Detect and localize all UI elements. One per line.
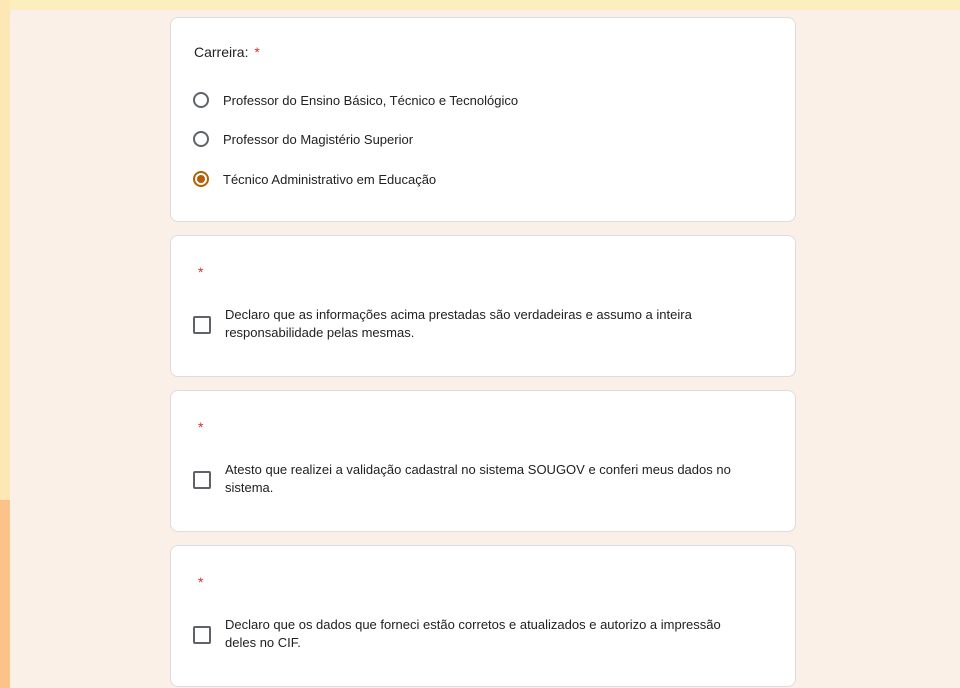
checkbox-label: Declaro que as informações acima prestad… — [225, 307, 692, 340]
question-card-declaration-truth: * Declaro que as informações acima prest… — [170, 235, 796, 377]
checkbox-icon[interactable] — [193, 626, 211, 644]
question-card-sougov-validation: * Atesto que realizei a validação cadast… — [170, 390, 796, 532]
checkbox-option-sougov-validation[interactable]: Atesto que realizei a validação cadastra… — [193, 461, 753, 497]
radio-button-checked-icon[interactable] — [193, 171, 209, 187]
radio-label: Professor do Magistério Superior — [223, 131, 414, 147]
checkbox-label: Declaro que os dados que forneci estão c… — [225, 617, 721, 650]
top-band — [0, 0, 960, 10]
checkbox-icon[interactable] — [193, 316, 211, 334]
checkbox-label: Atesto que realizei a validação cadastra… — [225, 462, 731, 495]
radio-option-ebtt[interactable]: Professor do Ensino Básico, Técnico e Te… — [193, 89, 518, 111]
radio-button-icon[interactable] — [193, 131, 209, 147]
checkbox-option-declaration-truth[interactable]: Declaro que as informações acima prestad… — [193, 306, 753, 342]
question-card-cif-authorization: * Declaro que os dados que forneci estão… — [170, 545, 796, 687]
question-title: Carreira: * — [194, 44, 260, 60]
question-card-career: Carreira: * Professor do Ensino Básico, … — [170, 17, 796, 222]
checkbox-option-cif-authorization[interactable]: Declaro que os dados que forneci estão c… — [193, 616, 753, 652]
left-band-lower — [0, 500, 10, 688]
checkbox-icon[interactable] — [193, 471, 211, 489]
required-asterisk: * — [198, 264, 204, 280]
radio-label: Professor do Ensino Básico, Técnico e Te… — [223, 92, 519, 108]
radio-option-tecnico-administrativo[interactable]: Técnico Administrativo em Educação — [193, 168, 436, 190]
required-asterisk: * — [254, 44, 260, 60]
radio-label: Técnico Administrativo em Educação — [223, 171, 437, 187]
left-band — [0, 0, 10, 500]
question-title-text: Carreira: — [194, 44, 249, 60]
required-asterisk: * — [198, 574, 204, 590]
radio-option-magisterio-superior[interactable]: Professor do Magistério Superior — [193, 128, 413, 150]
radio-button-icon[interactable] — [193, 92, 209, 108]
required-asterisk: * — [198, 419, 204, 435]
